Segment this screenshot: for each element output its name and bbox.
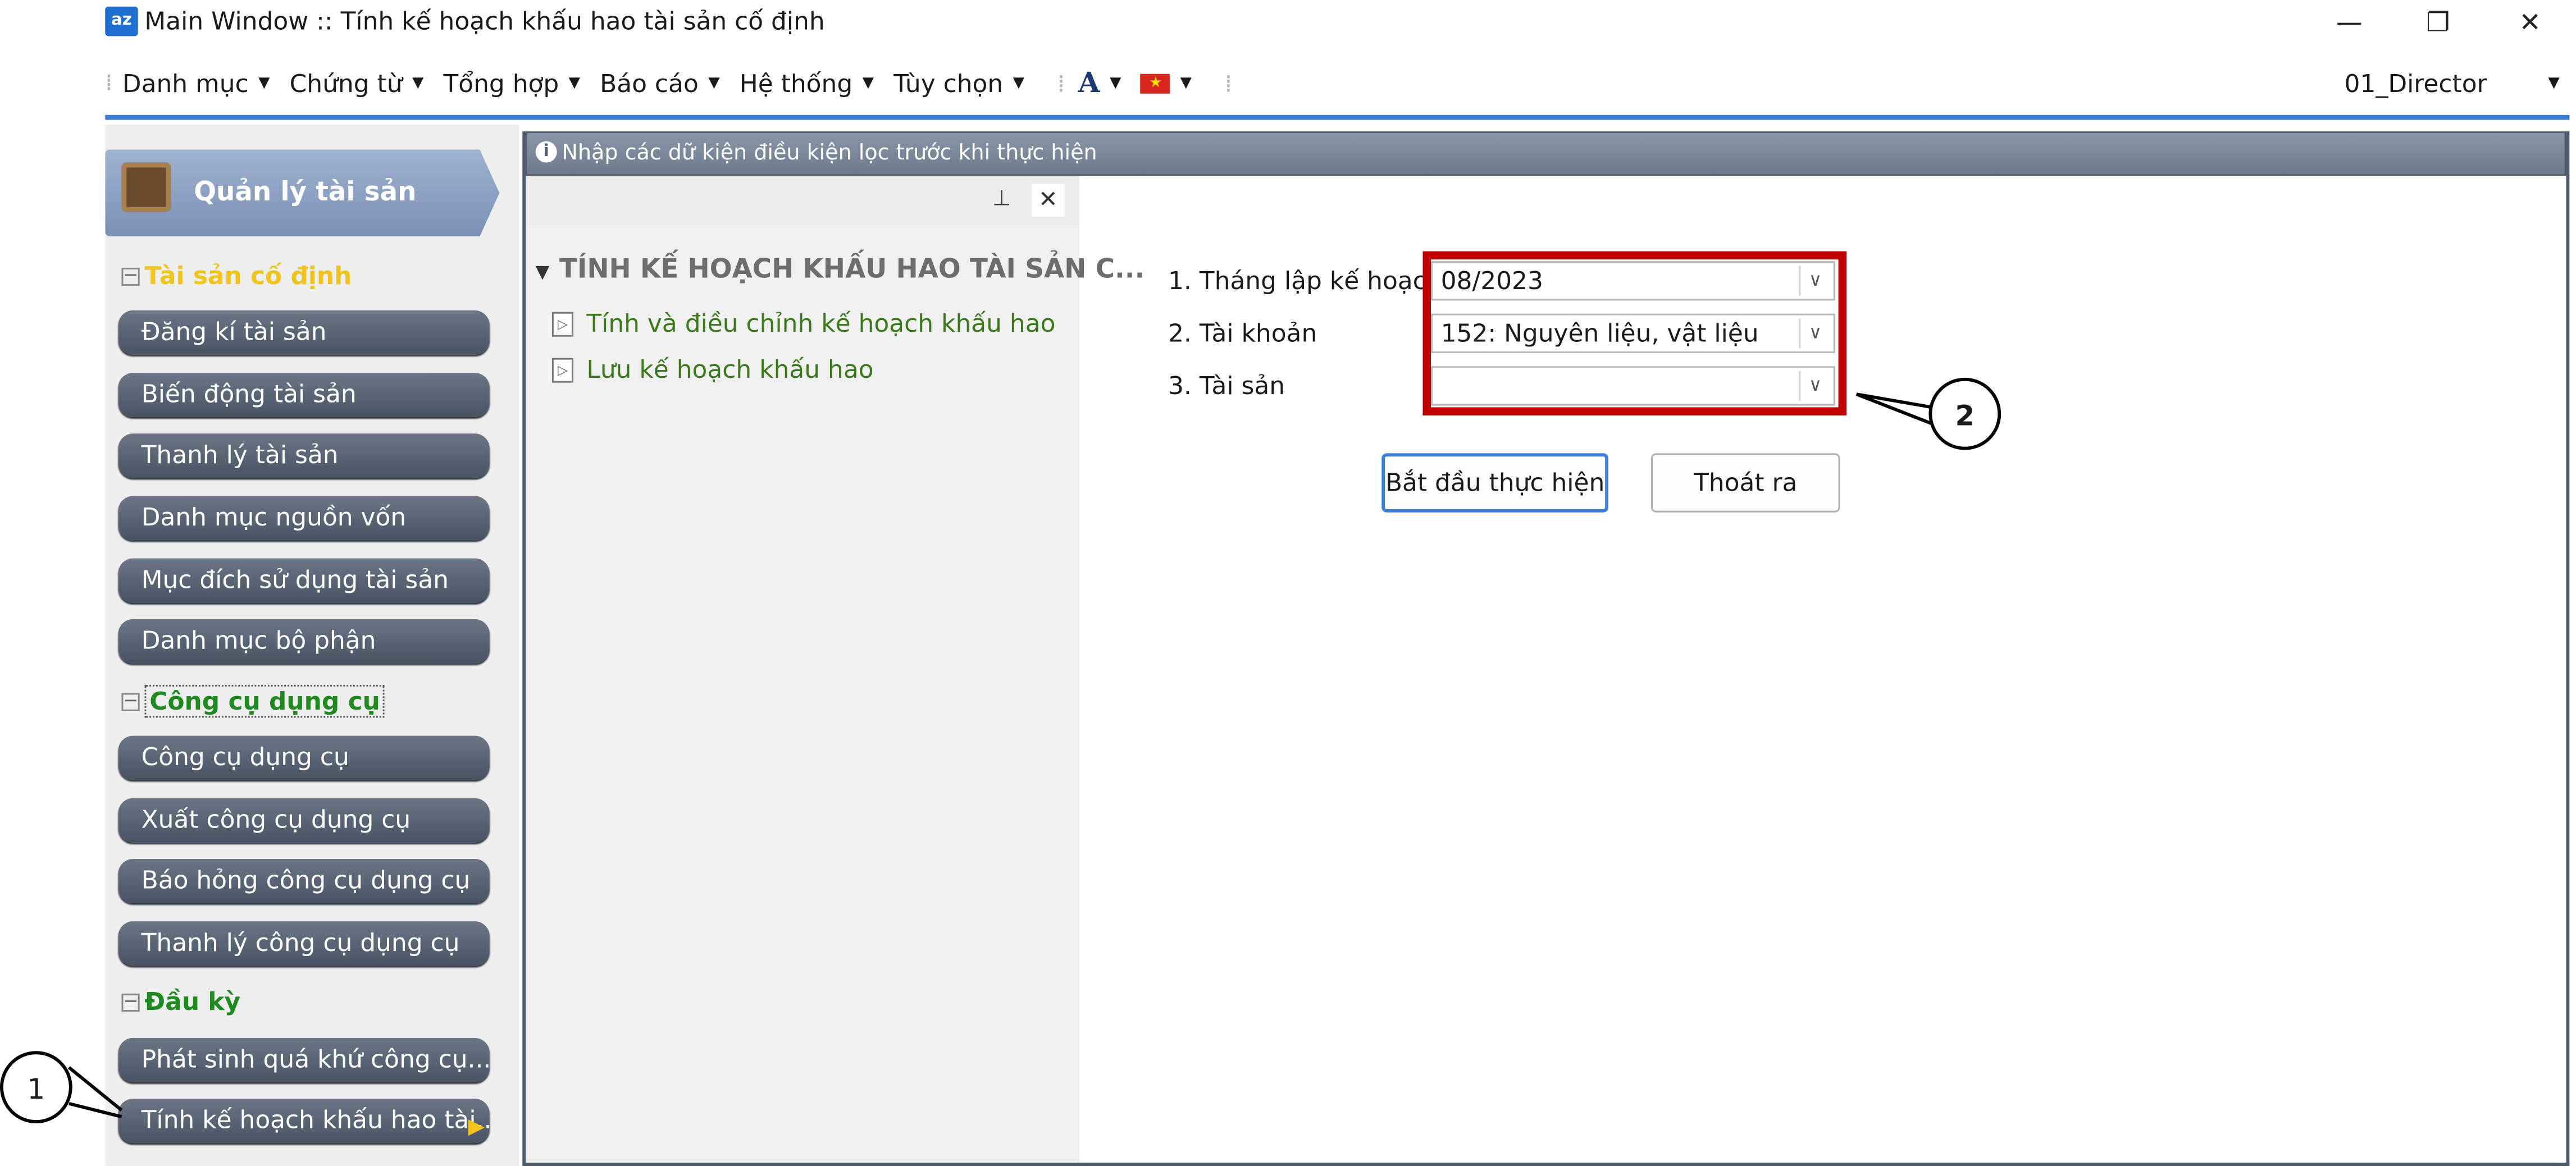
callout-2-pointer	[1855, 392, 1933, 426]
callout-lines	[68, 392, 1933, 1119]
callout-1-pointer	[68, 1066, 123, 1112]
callout-1: 1	[0, 1051, 72, 1123]
callout-2-pointer	[1856, 392, 1932, 409]
callout-2: 2	[1928, 377, 2001, 450]
